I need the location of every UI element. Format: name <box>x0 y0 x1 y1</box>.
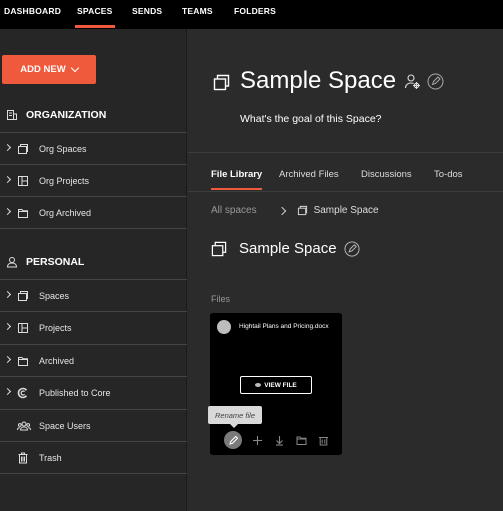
divider <box>0 228 187 229</box>
tab-to-dos[interactable]: To-dos <box>434 169 463 180</box>
sidebar-item-label: Archived <box>39 355 75 366</box>
sidebar-item-org-projects[interactable]: Org Projects <box>0 164 187 196</box>
sidebar-item-label: Projects <box>39 322 72 333</box>
breadcrumb-all-spaces[interactable]: All spaces <box>211 205 257 216</box>
sidebar-item-space-users[interactable]: Space Users <box>0 409 187 441</box>
chevron-right-icon[interactable] <box>3 387 12 396</box>
main-content: Sample Space What's the goal of this Spa… <box>188 29 503 511</box>
sidebar-item-archived[interactable]: Archived <box>0 344 187 376</box>
trash-icon <box>18 452 28 464</box>
space-subheading: Sample Space <box>211 240 360 257</box>
space-icon <box>297 205 307 216</box>
move-button[interactable] <box>294 433 308 447</box>
users-icon <box>17 421 31 431</box>
archive-folder-icon <box>18 357 28 366</box>
nav-sends[interactable]: SENDS <box>132 6 162 16</box>
chevron-right-icon[interactable] <box>3 322 12 331</box>
avatar <box>217 320 231 334</box>
sidebar-item-label: Published to Core <box>39 387 111 398</box>
personal-title: PERSONAL <box>26 256 85 268</box>
edit-title-icon[interactable] <box>427 73 444 90</box>
project-icon <box>18 323 28 333</box>
tab-bar: File Library Archived Files Discussions … <box>188 159 503 192</box>
subheading-title: Sample Space <box>239 240 337 257</box>
breadcrumb-current: Sample Space <box>313 205 379 216</box>
rename-button[interactable] <box>224 431 242 449</box>
space-icon <box>213 74 230 91</box>
chevron-right-icon[interactable] <box>3 290 12 299</box>
space-icon <box>18 144 28 154</box>
sidebar-item-label: Space Users <box>39 420 91 431</box>
download-button[interactable] <box>272 433 286 447</box>
chevron-right-icon <box>277 206 286 215</box>
file-card[interactable]: Hightail Plans and Pricing.docx VIEW FIL… <box>208 313 342 455</box>
plus-icon <box>252 435 262 445</box>
chevron-right-icon[interactable] <box>3 207 12 216</box>
add-button[interactable] <box>250 433 264 447</box>
sidebar-item-published-to-core[interactable]: Published to Core <box>0 376 187 408</box>
view-file-label: VIEW FILE <box>264 381 297 389</box>
tab-archived-files[interactable]: Archived Files <box>279 169 339 180</box>
sidebar-item-trash[interactable]: Trash <box>0 441 187 473</box>
sidebar-item-org-spaces[interactable]: Org Spaces <box>0 132 187 164</box>
top-nav: DASHBOARD SPACES SENDS TEAMS FOLDERS <box>0 0 503 29</box>
sidebar-item-org-archived[interactable]: Org Archived <box>0 196 187 228</box>
project-icon <box>18 176 28 186</box>
space-icon <box>18 291 28 301</box>
nav-folders[interactable]: FOLDERS <box>234 6 276 16</box>
organization-title: ORGANIZATION <box>26 109 107 121</box>
chevron-right-icon[interactable] <box>3 175 12 184</box>
person-icon <box>6 257 18 268</box>
sidebar-item-label: Trash <box>39 452 62 463</box>
manage-users-icon[interactable] <box>404 73 421 90</box>
files-section-label: Files <box>211 294 231 304</box>
trash-icon <box>318 436 328 445</box>
divider <box>0 473 187 474</box>
sidebar-item-projects[interactable]: Projects <box>0 311 187 343</box>
tab-discussions[interactable]: Discussions <box>361 169 412 180</box>
sidebar-item-label: Spaces <box>39 290 70 301</box>
download-icon <box>275 435 283 446</box>
view-file-button[interactable]: VIEW FILE <box>240 376 312 394</box>
page-title[interactable]: Sample Space <box>240 67 396 95</box>
edit-icon[interactable] <box>344 240 360 257</box>
divider <box>188 152 503 153</box>
tab-file-library[interactable]: File Library <box>211 169 263 190</box>
eye-icon <box>255 383 262 387</box>
file-actions <box>224 431 330 449</box>
file-name[interactable]: Hightail Plans and Pricing.docx <box>239 323 329 330</box>
organization-heading: ORGANIZATION <box>0 105 106 125</box>
space-goal-field[interactable]: What's the goal of this Space? <box>240 113 382 125</box>
add-new-button[interactable]: ADD NEW <box>2 55 96 84</box>
archive-folder-icon <box>18 209 28 218</box>
pencil-icon <box>228 435 238 445</box>
core-icon <box>17 387 28 399</box>
sidebar-item-label: Org Spaces <box>39 143 87 154</box>
sidebar-item-label: Org Archived <box>39 207 92 218</box>
rename-tooltip: Rename file <box>208 406 262 428</box>
nav-dashboard[interactable]: DASHBOARD <box>4 6 61 16</box>
chevron-down-icon <box>70 63 79 73</box>
personal-heading: PERSONAL <box>0 252 84 272</box>
sidebar-item-label: Org Projects <box>39 175 90 186</box>
chevron-right-icon[interactable] <box>3 355 12 364</box>
sidebar-item-spaces[interactable]: Spaces <box>0 279 187 311</box>
space-icon <box>211 241 227 256</box>
nav-teams[interactable]: TEAMS <box>182 6 213 16</box>
folder-icon <box>296 436 306 445</box>
breadcrumb: All spaces Sample Space <box>211 205 379 216</box>
chevron-right-icon[interactable] <box>3 143 12 152</box>
building-icon <box>7 110 17 120</box>
nav-spaces[interactable]: SPACES <box>75 6 115 28</box>
add-new-label: ADD NEW <box>20 64 66 75</box>
sidebar: ADD NEW ORGANIZATION Org Spaces Org Proj… <box>0 29 187 511</box>
delete-button[interactable] <box>316 433 330 447</box>
